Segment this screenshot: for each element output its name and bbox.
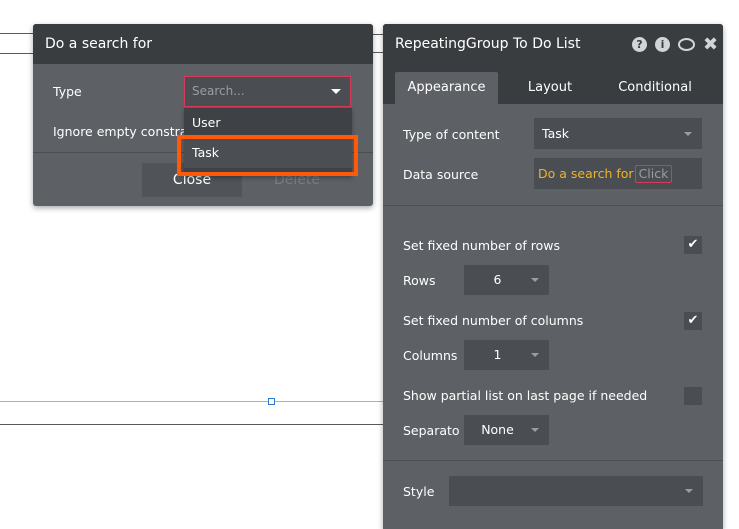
partial-list-checkbox[interactable] <box>684 387 702 405</box>
separator-value: None <box>481 422 514 437</box>
partial-list-label: Show partial list on last page if needed <box>403 388 648 403</box>
property-editor-header: RepeatingGroup To Do List ? i ✖ Appearan… <box>383 24 723 104</box>
data-source-field[interactable]: Do a search for Click <box>534 158 702 189</box>
chevron-down-icon <box>531 353 539 357</box>
separator-select[interactable]: None <box>464 415 549 445</box>
chevron-down-icon <box>684 132 692 136</box>
comment-icon[interactable] <box>678 38 695 51</box>
popup-title: Do a search for <box>33 24 373 64</box>
type-of-content-value: Task <box>542 126 569 141</box>
tab-appearance[interactable]: Appearance <box>395 72 498 104</box>
canvas-line <box>0 424 390 425</box>
fixed-rows-checkbox[interactable]: ✔ <box>684 236 702 254</box>
resize-handle[interactable] <box>268 398 275 405</box>
type-select[interactable]: Search... <box>184 76 351 107</box>
columns-select[interactable]: 1 <box>464 340 549 370</box>
style-select[interactable] <box>449 476 703 506</box>
header-icons: ? i ✖ <box>632 36 718 54</box>
close-icon[interactable]: ✖ <box>703 36 718 54</box>
type-of-content-select[interactable]: Task <box>534 118 702 149</box>
type-label: Type <box>53 84 82 99</box>
chevron-down-icon <box>331 89 341 94</box>
data-source-label: Data source <box>403 167 479 182</box>
selection-line <box>0 401 390 402</box>
data-source-click[interactable]: Click <box>634 165 673 183</box>
data-source-expression[interactable]: Do a search for <box>538 166 634 181</box>
columns-label: Columns <box>403 348 458 363</box>
type-select-placeholder: Search... <box>192 84 245 98</box>
dropdown-option-user[interactable]: User <box>184 108 352 138</box>
info-icon[interactable]: i <box>655 37 670 52</box>
ignore-empty-label: Ignore empty constraints <box>53 124 193 139</box>
section-divider <box>383 460 723 461</box>
type-of-content-label: Type of content <box>403 127 500 142</box>
highlight-box <box>177 135 358 176</box>
tab-conditional[interactable]: Conditional <box>603 72 707 104</box>
editor-canvas[interactable]: Do a search for Type Search... Ignore em… <box>0 0 739 529</box>
fixed-columns-label: Set fixed number of columns <box>403 313 584 328</box>
help-icon[interactable]: ? <box>632 37 647 52</box>
fixed-rows-label: Set fixed number of rows <box>403 238 561 253</box>
element-title: RepeatingGroup To Do List <box>395 36 581 52</box>
property-editor: RepeatingGroup To Do List ? i ✖ Appearan… <box>383 24 723 529</box>
rows-label: Rows <box>403 273 436 288</box>
separator-label: Separato <box>403 423 460 438</box>
style-label: Style <box>403 484 435 499</box>
fixed-columns-checkbox[interactable]: ✔ <box>684 312 702 330</box>
chevron-down-icon <box>531 278 539 282</box>
rows-select[interactable]: 6 <box>464 265 549 295</box>
chevron-down-icon <box>531 428 539 432</box>
chevron-down-icon <box>685 489 693 493</box>
tab-layout[interactable]: Layout <box>509 72 591 104</box>
columns-value: 1 <box>493 347 502 362</box>
rows-value: 6 <box>493 272 502 287</box>
section-divider <box>383 205 723 206</box>
